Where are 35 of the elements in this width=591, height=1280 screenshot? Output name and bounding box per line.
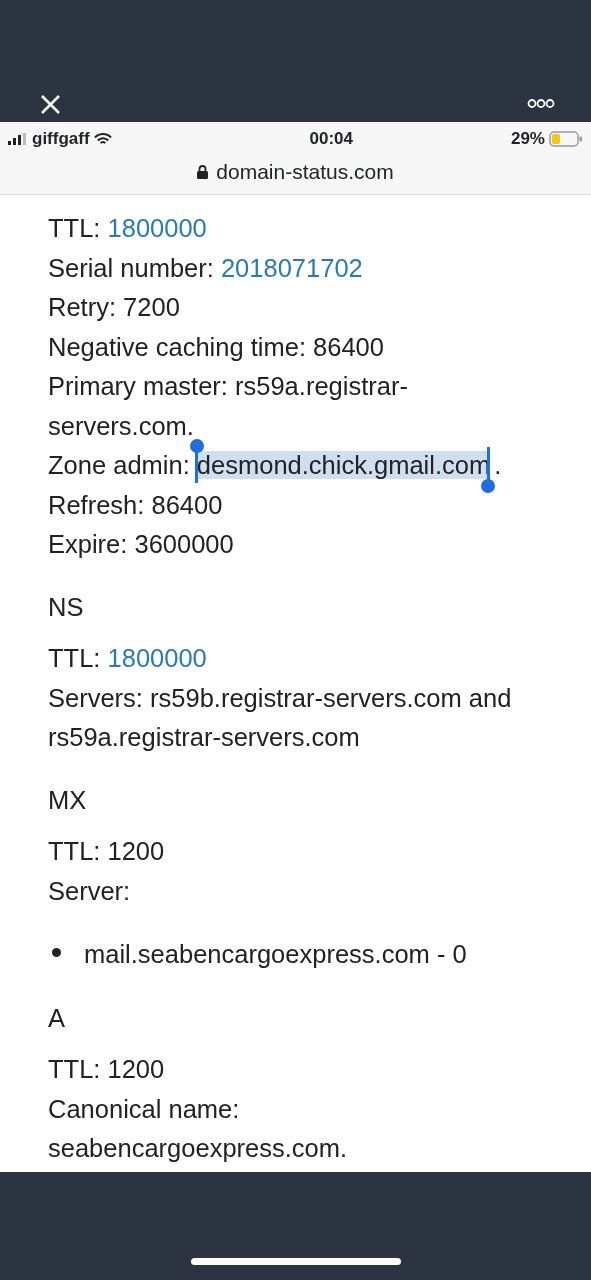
close-icon[interactable] [40, 94, 61, 115]
field-label: Server: [48, 876, 131, 905]
record-text: Expire: 3600000 [48, 530, 234, 558]
record-text: Negative caching time: 86400 [48, 332, 384, 361]
field-value-continued: rs59a.registrar-servers.com [48, 723, 360, 751]
clock-time: 00:04 [309, 128, 353, 151]
wifi-icon [93, 132, 112, 146]
carrier-name: giffgaff [32, 128, 90, 151]
field-label: TTL: [48, 644, 101, 672]
page-url[interactable]: domain-status.com [216, 156, 394, 188]
section-heading: NS [48, 591, 85, 623]
value-link[interactable]: 1800000 [107, 644, 207, 672]
record-text: Canonical name: seabencargoexpress.com. [48, 1094, 348, 1162]
battery-percentage: 29% [510, 128, 545, 151]
signal-icon [8, 133, 28, 145]
battery-icon [549, 131, 583, 147]
list-item-text: mail.seabencargoexpress.com - 0 [84, 939, 467, 970]
lock-icon [197, 164, 209, 179]
field-label: Servers: [48, 683, 143, 712]
record-text: TTL: 1200 [48, 1055, 165, 1083]
bullet-icon [52, 948, 61, 958]
more-icon[interactable] [527, 98, 555, 109]
field-label: Zone admin: [48, 451, 190, 479]
field-label: Serial number: [48, 253, 214, 282]
record-text: Retry: 7200 [48, 293, 180, 321]
field-value: rs59b.registrar-servers.com and [150, 683, 512, 712]
record-text: TTL: 1200 [48, 837, 165, 865]
field-value-end: . [494, 451, 502, 479]
value-link[interactable]: 2018071702 [220, 253, 363, 282]
record-text: Refresh: 86400 [48, 490, 223, 519]
record-text: Primary master: rs59a.registrar-servers.com. [48, 372, 408, 440]
value-link[interactable]: 1800000 [107, 214, 207, 242]
section-heading: MX [48, 784, 88, 816]
field-label: TTL: [48, 214, 101, 242]
section-heading: A [48, 1002, 66, 1034]
